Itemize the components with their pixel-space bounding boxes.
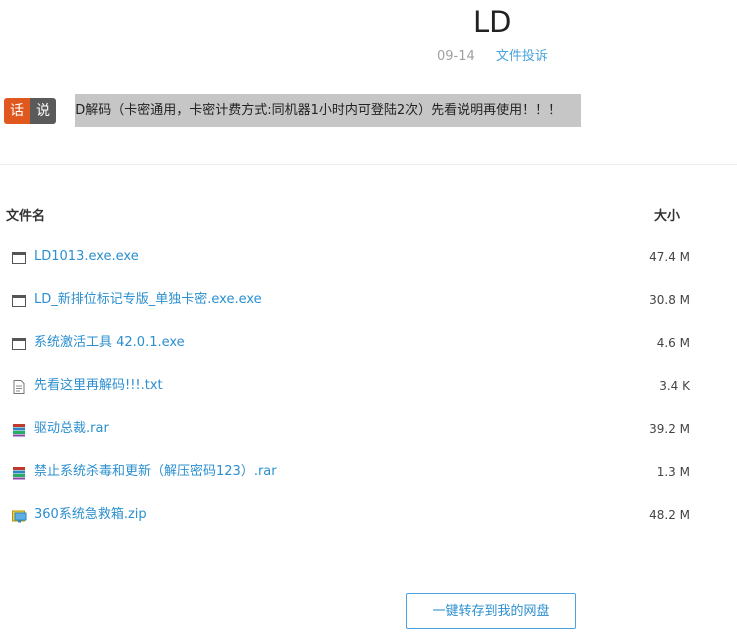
file-size: 3.4 K — [659, 379, 690, 393]
file-row: LD1013.exe.exe 47.4 M — [0, 236, 737, 279]
file-size: 48.2 M — [649, 508, 690, 522]
file-name-link[interactable]: 先看这里再解码!!!.txt — [34, 377, 163, 395]
file-size: 47.4 M — [649, 250, 690, 264]
file-name-link[interactable]: 360系统急救箱.zip — [34, 506, 147, 524]
file-share-page: LD 09-14 文件投诉 话 说 LD解码（卡密通用，卡密计费方式:同机器1小… — [0, 0, 737, 637]
file-row: 先看这里再解码!!!.txt 3.4 K — [0, 365, 737, 408]
title-meta: 09-14 文件投诉 — [437, 48, 548, 66]
notice-badge: 话 说 — [4, 98, 56, 124]
report-link[interactable]: 文件投诉 — [496, 49, 548, 64]
file-size: 4.6 M — [656, 336, 690, 350]
zip-icon — [12, 510, 27, 523]
archive-icon — [13, 424, 25, 437]
text-file-icon — [13, 380, 25, 394]
file-size: 39.2 M — [649, 422, 690, 436]
share-date: 09-14 — [437, 49, 475, 64]
file-row: LD_新排位标记专版_单独卡密.exe.exe 30.8 M — [0, 279, 737, 322]
notice-message-text: LD解码（卡密通用，卡密计费方式:同机器1小时内可登陆2次）先看说明再使用！！！ — [75, 103, 562, 118]
file-row: 驱动总裁.rar 39.2 M — [0, 408, 737, 451]
window-icon — [12, 338, 26, 350]
file-row: 系统激活工具 42.0.1.exe 4.6 M — [0, 322, 737, 365]
window-icon — [12, 295, 26, 307]
archive-icon — [13, 467, 25, 480]
window-icon — [12, 252, 26, 264]
save-to-netdisk-button[interactable]: 一键转存到我的网盘 — [406, 593, 576, 629]
notice-badge-right: 说 — [30, 98, 56, 124]
file-name-link[interactable]: 禁止系统杀毒和更新（解压密码123）.rar — [34, 463, 277, 481]
file-name-link[interactable]: LD_新排位标记专版_单独卡密.exe.exe — [34, 291, 262, 309]
file-name-link[interactable]: 系统激活工具 42.0.1.exe — [34, 334, 185, 352]
file-row: 360系统急救箱.zip 48.2 M — [0, 494, 737, 537]
column-header-name: 文件名 — [6, 209, 46, 224]
divider — [0, 164, 737, 165]
notice-message: LD解码（卡密通用，卡密计费方式:同机器1小时内可登陆2次）先看说明再使用！！！ — [75, 94, 581, 127]
notice-badge-left: 话 — [4, 98, 30, 124]
file-size: 1.3 M — [656, 465, 690, 479]
file-name-link[interactable]: 驱动总裁.rar — [34, 420, 109, 438]
page-title: LD — [473, 5, 512, 39]
file-name-link[interactable]: LD1013.exe.exe — [34, 248, 139, 266]
file-list: LD1013.exe.exe 47.4 M LD_新排位标记专版_单独卡密.ex… — [0, 236, 737, 537]
column-header-size: 大小 — [654, 209, 681, 224]
file-size: 30.8 M — [649, 293, 690, 307]
file-row: 禁止系统杀毒和更新（解压密码123）.rar 1.3 M — [0, 451, 737, 494]
